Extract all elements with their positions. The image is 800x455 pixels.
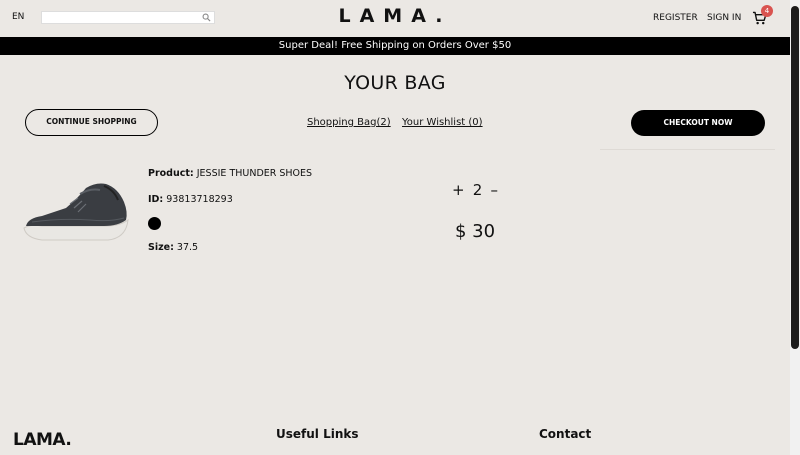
product-price: $ 30 xyxy=(455,221,496,242)
announcement-bar: Super Deal! Free Shipping on Orders Over… xyxy=(0,37,790,55)
product-label: Product: xyxy=(148,168,194,179)
product-size-row: Size: 37.5 xyxy=(148,242,198,253)
decrease-quantity-button[interactable]: – xyxy=(491,181,499,199)
product-id-row: ID: 93813718293 xyxy=(148,194,233,205)
useful-links-heading: Useful Links xyxy=(276,427,359,441)
product-name-row: Product: JESSIE THUNDER SHOES xyxy=(148,168,312,179)
register-link[interactable]: REGISTER xyxy=(653,13,698,23)
product-size-label: Size: xyxy=(148,242,174,253)
wishlist-link[interactable]: Your Wishlist (0) xyxy=(402,117,483,128)
page-scrollbar[interactable] xyxy=(790,0,800,455)
shopping-bag-link[interactable]: Shopping Bag(2) xyxy=(307,117,391,128)
product-id: 93813718293 xyxy=(166,194,233,205)
quantity-value: 2 xyxy=(472,181,483,199)
product-size: 37.5 xyxy=(176,242,199,253)
scrollbar-thumb[interactable] xyxy=(791,6,799,349)
footer-logo[interactable]: LAMA. xyxy=(13,430,72,450)
cart-count-badge: 4 xyxy=(761,5,773,17)
increase-quantity-button[interactable]: + xyxy=(452,181,465,199)
product-image xyxy=(23,183,129,241)
checkout-now-button[interactable]: CHECKOUT NOW xyxy=(631,110,765,136)
page-title: YOUR BAG xyxy=(344,72,446,94)
product-color-swatch xyxy=(148,217,161,230)
product-id-label: ID: xyxy=(148,194,164,205)
navbar: EN LAMA. REGISTER SIGN IN 4 xyxy=(0,0,790,37)
quantity-stepper: + 2 – xyxy=(452,181,498,199)
continue-shopping-button[interactable]: CONTINUE SHOPPING xyxy=(25,109,158,136)
sign-in-link[interactable]: SIGN IN xyxy=(707,13,741,23)
contact-heading: Contact xyxy=(539,427,592,441)
product-name: JESSIE THUNDER SHOES xyxy=(196,168,313,179)
divider xyxy=(600,149,775,150)
